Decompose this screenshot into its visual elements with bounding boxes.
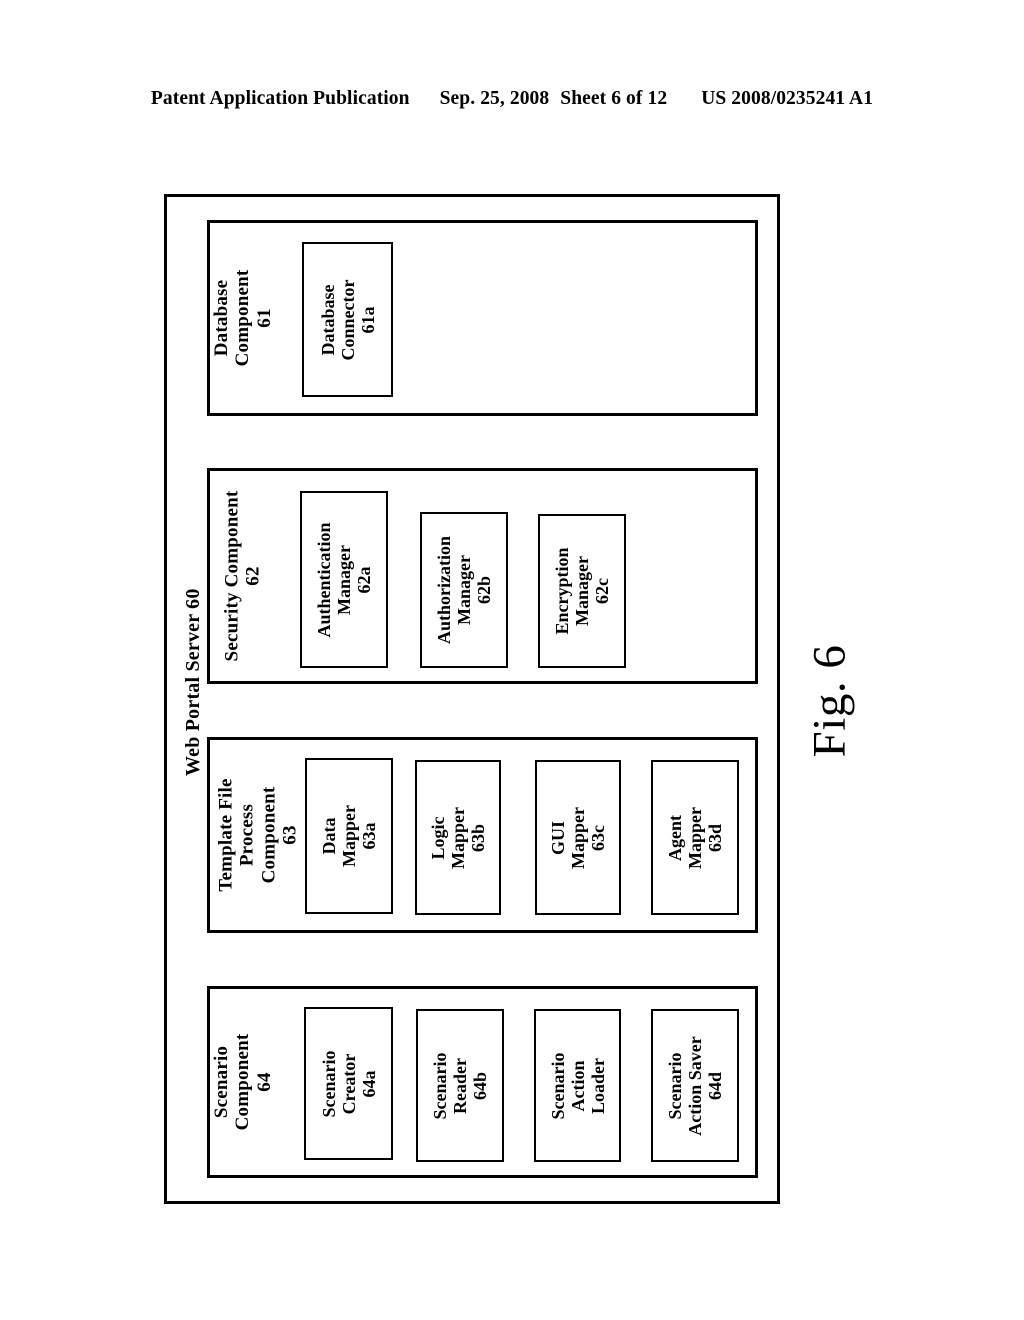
section-database-component-label: Database Component 61 bbox=[211, 269, 275, 367]
box-authentication-manager: Authentication Manager 62a bbox=[300, 491, 388, 668]
box-scenario-action-saver: Scenario Action Saver 64d bbox=[651, 1009, 739, 1162]
section-scenario-component: Scenario Component 64 Scenario Creator 6… bbox=[207, 986, 758, 1178]
box-encryption-manager-label: Encryption Manager 62c bbox=[551, 547, 613, 635]
box-scenario-reader: Scenario Reader 64b bbox=[416, 1009, 504, 1162]
box-scenario-reader-label: Scenario Reader 64b bbox=[429, 1052, 491, 1119]
box-authorization-manager-label: Authorization Manager 62b bbox=[433, 536, 495, 644]
figure-caption: Fig. 6 bbox=[790, 596, 870, 806]
section-database-component-title: Database Component 61 bbox=[211, 233, 275, 403]
section-scenario-component-title: Scenario Component 64 bbox=[211, 999, 275, 1165]
box-scenario-creator-label: Scenario Creator 64a bbox=[318, 1050, 379, 1117]
box-agent-mapper: Agent Mapper 63d bbox=[651, 760, 739, 915]
header-sheet: Sheet 6 of 12 bbox=[560, 88, 668, 109]
page-header: Patent Application Publication Sep. 25, … bbox=[0, 84, 1024, 114]
section-security-component-label: Security Component 62 bbox=[221, 490, 264, 662]
box-scenario-action-loader: Scenario Action Loader bbox=[534, 1009, 621, 1162]
section-template-file-process-component: Template File Process Component 63 Data … bbox=[207, 737, 758, 933]
section-template-file-process-component-title: Template File Process Component 63 bbox=[212, 750, 304, 920]
box-data-mapper-label: Data Mapper 63a bbox=[318, 805, 380, 867]
section-scenario-component-label: Scenario Component 64 bbox=[211, 1033, 275, 1131]
box-gui-mapper-label: GUI Mapper 63c bbox=[547, 806, 609, 869]
box-data-mapper: Data Mapper 63a bbox=[305, 758, 393, 914]
box-database-connector: Database Connector 61a bbox=[302, 242, 393, 397]
section-template-file-process-component-label: Template File Process Component 63 bbox=[215, 778, 301, 892]
section-security-component-title: Security Component 62 bbox=[212, 481, 274, 671]
figure-caption-label: Fig. 6 bbox=[803, 644, 856, 758]
box-authorization-manager: Authorization Manager 62b bbox=[420, 512, 508, 668]
box-database-connector-label: Database Connector 61a bbox=[317, 279, 378, 360]
header-patent-number: US 2008/0235241 A1 bbox=[701, 88, 874, 109]
box-scenario-creator: Scenario Creator 64a bbox=[304, 1007, 393, 1160]
box-authentication-manager-label: Authentication Manager 62a bbox=[313, 522, 375, 638]
section-database-component: Database Component 61 Database Connector… bbox=[207, 220, 758, 416]
web-portal-server-label: Web Portal Server 60 bbox=[181, 588, 204, 776]
box-agent-mapper-label: Agent Mapper 63d bbox=[664, 806, 726, 869]
box-gui-mapper: GUI Mapper 63c bbox=[535, 760, 621, 915]
box-logic-mapper-label: Logic Mapper 63b bbox=[427, 806, 489, 869]
header-publication: Patent Application Publication bbox=[150, 88, 410, 109]
box-scenario-action-loader-label: Scenario Action Loader bbox=[547, 1052, 608, 1119]
box-scenario-action-saver-label: Scenario Action Saver 64d bbox=[664, 1035, 726, 1136]
section-security-component: Security Component 62 Authentication Man… bbox=[207, 468, 758, 684]
header-date: Sep. 25, 2008 bbox=[439, 88, 550, 109]
box-logic-mapper: Logic Mapper 63b bbox=[415, 760, 501, 915]
box-encryption-manager: Encryption Manager 62c bbox=[538, 514, 626, 668]
